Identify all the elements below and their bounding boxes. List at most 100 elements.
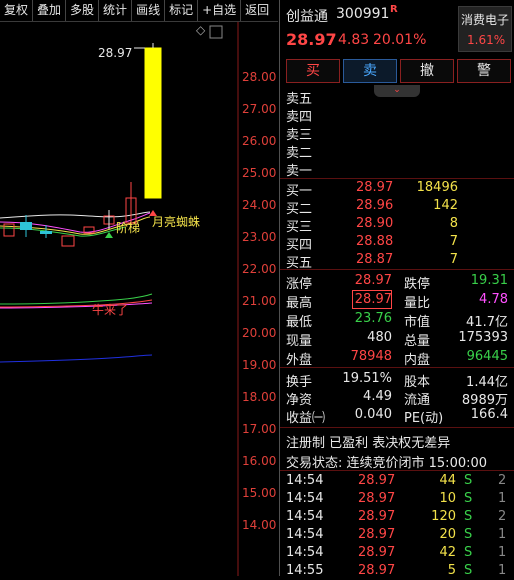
tick-time: 14:54 <box>286 473 324 488</box>
expand-chevron-icon[interactable]: ⌄ <box>374 85 420 97</box>
chart-high-price-label: 28.97 <box>98 46 133 60</box>
y-tick-label: 14.00 <box>242 518 277 532</box>
tick-volume: 42 <box>439 545 456 560</box>
y-tick-label: 25.00 <box>242 166 277 180</box>
stat-label: 股本 <box>404 375 431 390</box>
tick-price: 28.97 <box>358 527 396 542</box>
kline-chart[interactable]: 28.97 阶梯 月亮蜘蛛 牛来了 28.00 27.00 26.00 25.0… <box>0 22 278 576</box>
trading-status: 交易状态: 连续竞价闭市 15:00:00 <box>286 456 488 471</box>
toolbar-overlay-button[interactable]: 叠加 <box>33 0 67 21</box>
tick-time: 14:54 <box>286 527 324 542</box>
y-tick-label: 28.00 <box>242 70 277 84</box>
stat-float-shares: 8989万 <box>461 393 508 408</box>
toolbar-multi-stock-button[interactable]: 多股 <box>66 0 100 21</box>
candle <box>61 235 75 247</box>
tick-count: 1 <box>498 545 507 560</box>
ask-level-label: 卖一 <box>286 164 313 179</box>
stat-current-volume: 480 <box>367 330 392 345</box>
tick-price: 28.97 <box>358 545 396 560</box>
y-tick-label: 22.00 <box>242 262 277 276</box>
toolbar-statistics-button[interactable]: 统计 <box>99 0 133 21</box>
sector-box[interactable]: 消费电子 1.61% <box>458 6 512 52</box>
tick-volume: 44 <box>439 473 456 488</box>
stat-outer-volume: 78948 <box>350 349 392 364</box>
alert-tab[interactable]: 警 <box>457 59 511 83</box>
stat-label: 流通 <box>404 393 431 408</box>
stat-label: 换手 <box>286 375 313 390</box>
tick-time: 14:54 <box>286 545 324 560</box>
tick-side: S <box>464 491 473 506</box>
chart-scroll-marker-icon[interactable] <box>209 25 223 39</box>
chart-annotation: 阶梯 <box>116 221 141 235</box>
toolbar-back-button[interactable]: 返回 <box>241 0 273 21</box>
bid-price: 28.97 <box>356 180 394 195</box>
bid-volume: 7 <box>449 252 458 267</box>
chart-diamond-icon[interactable]: ◇ <box>196 23 205 37</box>
tick-volume: 20 <box>439 527 456 542</box>
sell-tab[interactable]: 卖 <box>343 59 397 83</box>
stat-label: 总量 <box>404 334 431 349</box>
y-tick-label: 23.00 <box>242 230 277 244</box>
stat-high: 28.97 <box>354 292 392 307</box>
ask-level-label: 卖三 <box>286 128 313 143</box>
chart-toolbar: 复权 叠加 多股 统计 画线 标记 +自选 返回 <box>0 0 278 22</box>
toolbar-restore-rights-button[interactable]: 复权 <box>0 0 34 21</box>
bid-price: 28.88 <box>356 234 394 249</box>
tick-side: S <box>464 527 473 542</box>
stat-turnover: 19.51% <box>342 371 392 386</box>
stat-total-volume: 175393 <box>458 330 508 345</box>
tick-side: S <box>464 509 473 524</box>
tick-count: 1 <box>498 491 507 506</box>
stat-limit-up: 28.97 <box>354 273 392 288</box>
bid-price: 28.90 <box>356 216 394 231</box>
stat-label: 现量 <box>286 334 313 349</box>
stat-label: 外盘 <box>286 353 313 368</box>
bid-level-label: 买四 <box>286 238 313 253</box>
bid-price: 28.96 <box>356 198 394 213</box>
y-tick-label: 20.00 <box>242 326 277 340</box>
chart-annotation: 月亮蜘蛛 <box>152 215 201 229</box>
stat-label: 跌停 <box>404 277 431 292</box>
toolbar-add-watchlist-button[interactable]: +自选 <box>198 0 242 21</box>
stat-label: 净资 <box>286 393 313 408</box>
toolbar-mark-button[interactable]: 标记 <box>165 0 199 21</box>
tick-count: 2 <box>498 473 507 488</box>
bid-volume: 8 <box>449 216 458 231</box>
stat-eps: 0.040 <box>354 407 392 422</box>
y-tick-label: 16.00 <box>242 454 277 468</box>
y-tick-label: 19.00 <box>242 358 277 372</box>
stock-name: 创益通 <box>286 9 328 25</box>
stat-label: 涨停 <box>286 277 313 292</box>
stat-share-capital: 1.44亿 <box>466 375 508 390</box>
tick-volume: 120 <box>431 509 456 524</box>
ask-level-label: 卖二 <box>286 146 313 161</box>
stat-label: 量比 <box>404 296 431 311</box>
stat-vol-ratio: 4.78 <box>479 292 508 307</box>
stat-low: 23.76 <box>354 311 392 326</box>
tick-price: 28.97 <box>358 509 396 524</box>
ask-level-label: 卖四 <box>286 110 313 125</box>
stat-label: 内盘 <box>404 353 431 368</box>
bid-volume: 7 <box>449 234 458 249</box>
buy-tab[interactable]: 买 <box>286 59 340 83</box>
price-change: 4.83 <box>338 32 370 48</box>
quote-panel: 创益通 300991 R 消费电子 1.61% 28.97 4.83 20.01… <box>279 0 514 578</box>
cancel-tab[interactable]: 撤 <box>400 59 454 83</box>
bid-level-label: 买三 <box>286 220 313 235</box>
stat-label: PE(动) <box>404 411 444 426</box>
tick-side: S <box>464 545 473 560</box>
tick-price: 28.97 <box>358 491 396 506</box>
ma-line-white <box>0 211 151 219</box>
bid-volume: 142 <box>433 198 458 213</box>
ask-level-label: 卖五 <box>286 92 313 107</box>
stat-net-assets: 4.49 <box>363 389 392 404</box>
toolbar-draw-line-button[interactable]: 画线 <box>132 0 166 21</box>
kline-chart-canvas <box>0 22 239 576</box>
sector-name: 消费电子 <box>461 13 510 27</box>
bid-level-label: 买二 <box>286 202 313 217</box>
y-tick-label: 21.00 <box>242 294 277 308</box>
bid-level-label: 买一 <box>286 184 313 199</box>
stat-limit-down: 19.31 <box>470 273 508 288</box>
y-tick-label: 24.00 <box>242 198 277 212</box>
stat-market-cap: 41.7亿 <box>466 315 508 330</box>
